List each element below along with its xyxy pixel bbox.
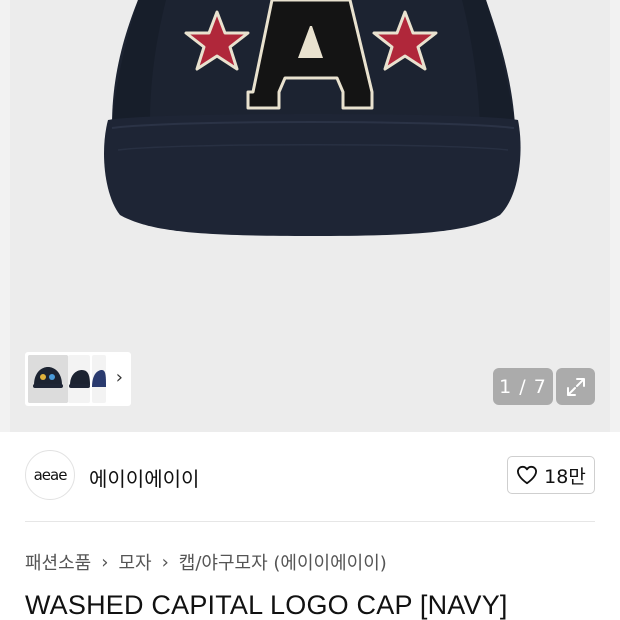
expand-arrows-icon[interactable] — [556, 368, 595, 405]
thumbnail-1[interactable] — [28, 355, 68, 403]
product-image-gallery[interactable]: › 1 / 7 — [0, 0, 620, 432]
breadcrumb-item-hats[interactable]: 모자 — [118, 549, 151, 575]
chevron-right-icon: › — [161, 551, 169, 573]
image-pager: 1 / 7 — [493, 368, 553, 405]
brand-logo-text: aeae — [33, 466, 68, 484]
brand-name[interactable]: 에이이에이이 — [89, 463, 199, 492]
thumbnail-2[interactable] — [68, 355, 90, 403]
chevron-right-icon: › — [101, 551, 109, 573]
brand-row: aeae 에이이에이이 18만 — [25, 450, 595, 502]
product-title: WASHED CAPITAL LOGO CAP [NAVY] — [25, 590, 508, 620]
breadcrumb-item-caps[interactable]: 캡/야구모자 (에이이에이이) — [179, 549, 387, 575]
thumbnail-3[interactable] — [92, 355, 106, 403]
breadcrumb: 패션소품 › 모자 › 캡/야구모자 (에이이에이이) — [25, 549, 387, 575]
heart-outline-icon — [517, 465, 538, 485]
brand-logo[interactable]: aeae — [25, 450, 75, 500]
like-count: 18만 — [544, 465, 586, 488]
like-button[interactable]: 18만 — [507, 456, 595, 494]
divider — [25, 521, 595, 522]
breadcrumb-item-fashion-accessories[interactable]: 패션소품 — [25, 549, 91, 575]
chevron-right-icon[interactable]: › — [116, 369, 123, 387]
thumbnail-strip[interactable]: › — [25, 352, 131, 406]
